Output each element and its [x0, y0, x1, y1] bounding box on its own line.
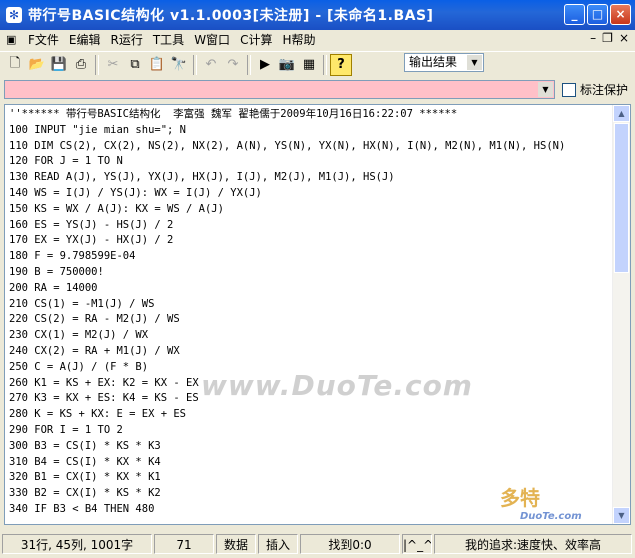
code-line[interactable]: 190 B = 750000!	[9, 265, 565, 281]
code-line[interactable]: 220 CS(2) = RA - M2(J) / WS	[9, 312, 565, 328]
code-line[interactable]: 330 B2 = CX(I) * KS * K2	[9, 486, 565, 502]
code-line[interactable]: 140 WS = I(J) / YS(J): WX = I(J) / YX(J)	[9, 186, 565, 202]
mdi-close-button[interactable]: ×	[619, 31, 629, 45]
menu-file[interactable]: F文件	[23, 31, 64, 49]
scroll-thumb[interactable]	[614, 123, 629, 273]
find-icon[interactable]: 🔭	[168, 54, 190, 76]
lock-checkbox[interactable]	[562, 82, 576, 97]
calculator-icon[interactable]: ▦	[298, 54, 320, 76]
status-insert: 插入	[258, 534, 298, 554]
toolbar-separator	[193, 54, 197, 75]
print-icon[interactable]: ⎙	[70, 54, 92, 76]
chevron-down-icon[interactable]: ▼	[467, 55, 482, 70]
camera-icon[interactable]: 📷	[276, 54, 298, 76]
close-button[interactable]: ×	[610, 4, 631, 25]
maximize-button[interactable]: □	[587, 4, 608, 25]
code-line[interactable]: 320 B1 = CX(I) * KX * K1	[9, 470, 565, 486]
menu-bar: ▣ F文件 E编辑 R运行 T工具 W窗口 C计算 H帮助 – ❐ ×	[0, 30, 635, 50]
code-line[interactable]: 120 FOR J = 1 TO N	[9, 154, 565, 170]
code-line[interactable]: 180 F = 9.798599E-04	[9, 249, 565, 265]
title-bar[interactable]: ✻ 带行号BASIC结构化 v1.1.0003[未注册] - [未命名1.BAS…	[0, 0, 635, 30]
mdi-minimize-button[interactable]: –	[590, 31, 596, 45]
code-line[interactable]: 210 CS(1) = -M1(J) / WS	[9, 297, 565, 313]
code-line[interactable]: 170 EX = YX(J) - HX(J) / 2	[9, 233, 565, 249]
paste-icon[interactable]: 📋	[146, 54, 168, 76]
code-line[interactable]: 130 READ A(J), YS(J), YX(J), HX(J), I(J)…	[9, 170, 565, 186]
scroll-up-icon[interactable]: ▲	[613, 105, 630, 122]
code-line[interactable]: 160 ES = YS(J) - HS(J) / 2	[9, 218, 565, 234]
badge-text: 多特	[500, 486, 540, 510]
undo-icon[interactable]: ↶	[200, 54, 222, 76]
code-line[interactable]: 110 DIM CS(2), CX(2), NS(2), NX(2), A(N)…	[9, 139, 565, 155]
status-mode: 数据	[216, 534, 256, 554]
lock-label: 标注保护	[580, 83, 629, 97]
code-line[interactable]: 240 CX(2) = RA + M1(J) / WX	[9, 344, 565, 360]
menu-tools[interactable]: T工具	[148, 31, 189, 49]
menu-edit[interactable]: E编辑	[64, 31, 106, 49]
mdi-restore-button[interactable]: ❐	[602, 31, 613, 45]
toolbar-separator	[247, 54, 251, 75]
chevron-down-icon[interactable]: ▼	[538, 82, 553, 97]
document-icon[interactable]: ▣	[6, 34, 18, 46]
app-icon[interactable]: ✻	[6, 7, 22, 23]
code-line[interactable]: 310 B4 = CS(I) * KX * K4	[9, 455, 565, 471]
menu-run[interactable]: R运行	[106, 31, 148, 49]
menu-help[interactable]: H帮助	[277, 31, 320, 49]
copy-icon[interactable]: ⧉	[124, 54, 146, 76]
toolbar-separator	[323, 54, 327, 75]
save-icon[interactable]: 💾	[48, 54, 70, 76]
status-face: |^_^|	[402, 534, 432, 554]
code-text[interactable]: ''****** 带行号BASIC结构化 李富强 魏军 翟艳儒于2009年10月…	[9, 107, 565, 518]
cut-icon[interactable]: ✂	[102, 54, 124, 76]
toolbar-separator	[95, 54, 99, 75]
status-bar: 31行, 45列, 1001字 71 数据 插入 找到0:0 |^_^| 我的追…	[0, 530, 635, 558]
redo-icon[interactable]: ↷	[222, 54, 244, 76]
help-icon[interactable]: ?	[330, 53, 352, 76]
window-title: 带行号BASIC结构化 v1.1.0003[未注册] - [未命名1.BAS]	[28, 8, 434, 24]
code-line[interactable]: 340 IF B3 < B4 THEN 480	[9, 502, 565, 518]
run-icon[interactable]: ▶	[254, 54, 276, 76]
minimize-button[interactable]: _	[564, 4, 585, 25]
watermark-badge: 多特 DuoTe.com	[500, 482, 582, 522]
vertical-scrollbar[interactable]: ▲ ▼	[612, 105, 630, 524]
command-combo[interactable]: ▼	[4, 80, 555, 99]
code-line[interactable]: 300 B3 = CS(I) * KS * K3	[9, 439, 565, 455]
badge-sub: DuoTe.com	[520, 511, 582, 522]
code-line[interactable]: 100 INPUT "jie mian shu="; N	[9, 123, 565, 139]
new-file-icon[interactable]: 🗋	[4, 54, 26, 76]
status-found: 找到0:0	[300, 534, 400, 554]
watermark: www.DuoTe.com	[201, 369, 473, 402]
code-line[interactable]: 230 CX(1) = M2(J) / WX	[9, 328, 565, 344]
menu-calculate[interactable]: C计算	[235, 31, 277, 49]
status-position: 31行, 45列, 1001字	[2, 534, 152, 554]
toolbar: 🗋 📂 💾 ⎙ ✂ ⧉ 📋 🔭 ↶ ↷ ▶ 📷 ▦ ?	[0, 51, 635, 77]
code-editor[interactable]: ''****** 带行号BASIC结构化 李富强 魏军 翟艳儒于2009年10月…	[4, 104, 631, 525]
scroll-down-icon[interactable]: ▼	[613, 507, 630, 524]
lock-checkbox-group[interactable]: 标注保护	[562, 81, 628, 98]
code-line[interactable]: 280 K = KS + KX: E = EX + ES	[9, 407, 565, 423]
code-line[interactable]: 290 FOR I = 1 TO 2	[9, 423, 565, 439]
code-line[interactable]: 150 KS = WX / A(J): KX = WS / A(J)	[9, 202, 565, 218]
output-select-value: 输出结果	[409, 55, 458, 69]
code-line[interactable]: ''****** 带行号BASIC结构化 李富强 魏军 翟艳儒于2009年10月…	[9, 107, 565, 123]
menu-window[interactable]: W窗口	[189, 31, 235, 49]
code-line[interactable]: 200 RA = 14000	[9, 281, 565, 297]
open-folder-icon[interactable]: 📂	[26, 54, 48, 76]
status-motto: 我的追求:速度快、效率高	[434, 534, 632, 554]
status-code: 71	[154, 534, 214, 554]
output-select[interactable]: 输出结果 ▼	[404, 53, 484, 72]
